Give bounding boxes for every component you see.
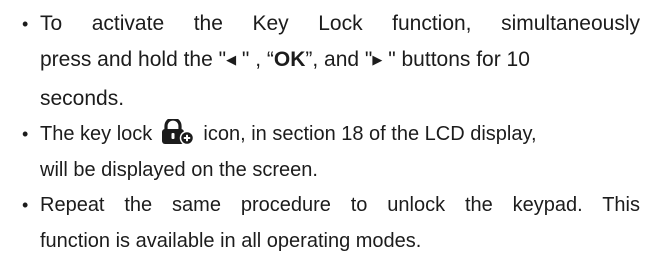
instruction-text: • To activate the Key Lock function, sim…	[0, 0, 670, 262]
bullet-line: press and hold the "◀ " , “OK”, and "▶ "…	[22, 42, 662, 81]
bullet-key-lock-icon: • The key lock icon, in section 18 of th…	[22, 116, 662, 188]
text-run: press and hold the "	[40, 48, 227, 71]
text-run: icon, in section 18 of the LCD display,	[203, 123, 537, 145]
right-arrow-icon: ▶	[372, 53, 383, 68]
bullet-line: will be displayed on the screen.	[40, 159, 318, 181]
bullet-line: The key lock icon, in section 18 of the …	[22, 116, 662, 152]
key-lock-icon	[161, 119, 195, 145]
text-run: " buttons for 10	[382, 48, 530, 71]
bullet-activate-key-lock: • To activate the Key Lock function, sim…	[22, 6, 662, 117]
text-run: The key lock	[40, 123, 153, 145]
bullet-line: Repeat the same procedure to unlock the …	[40, 194, 640, 216]
bullet-repeat-procedure: • Repeat the same procedure to unlock th…	[22, 187, 662, 259]
bullet-line: To activate the Key Lock function, simul…	[40, 12, 640, 35]
ok-label: OK	[273, 48, 306, 71]
bullet-dot: •	[22, 14, 29, 34]
left-arrow-icon: ◀	[226, 53, 237, 68]
bullet-dot: •	[22, 195, 29, 215]
bullet-line: function is available in all operating m…	[40, 230, 422, 252]
text-run: ”, and "	[305, 48, 373, 71]
bullet-line: seconds.	[40, 87, 125, 110]
text-run: " , “	[236, 48, 274, 71]
bullet-dot: •	[22, 124, 29, 144]
